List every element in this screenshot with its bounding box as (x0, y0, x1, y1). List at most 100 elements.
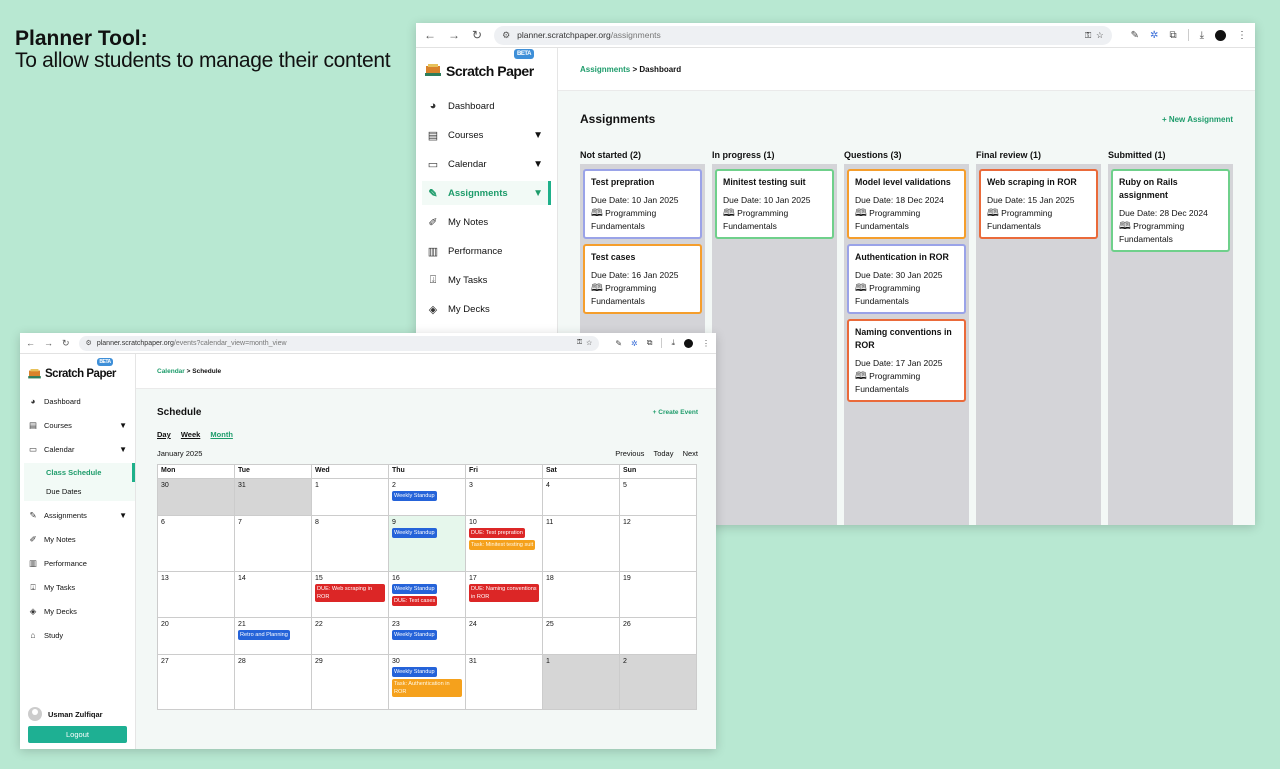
assignment-card[interactable]: Minitest testing suit Due Date: 10 Jan 20… (715, 169, 834, 239)
pen-extension-icon[interactable]: ✎ (615, 339, 622, 348)
key-icon[interactable]: ⚿ (577, 339, 582, 347)
next-button[interactable]: Next (683, 449, 698, 458)
reload-icon[interactable]: ↻ (62, 338, 70, 349)
download-icon[interactable]: ⤓ (671, 338, 675, 348)
scratch-paper-logo[interactable]: Scratch Paper BETA (416, 49, 557, 90)
sidebar-subitem-due-dates[interactable]: Due Dates (24, 482, 135, 501)
address-bar[interactable]: ⚙ planner.scratchpaper.org/events?calend… (78, 335, 600, 351)
calendar-day-cell[interactable]: 31 (466, 655, 543, 710)
sidebar-item-study[interactable]: ⌂ Study (24, 625, 131, 645)
profile-avatar-icon[interactable] (1215, 29, 1226, 41)
sidebar-item-courses[interactable]: ▤ Courses ▼ (422, 123, 551, 147)
view-day-tab[interactable]: Day (157, 430, 171, 439)
user-profile[interactable]: Usman Zulfiqar (28, 707, 103, 721)
sidebar-item-calendar[interactable]: ▭ Calendar ▼ (24, 439, 131, 459)
calendar-day-cell[interactable]: 2 Weekly Standup (389, 479, 466, 516)
sidebar-item-dashboard[interactable]: ◕ Dashboard (422, 94, 551, 118)
puzzle-extensions-icon[interactable]: ⧉ (647, 338, 653, 348)
caret-down-icon[interactable]: ▼ (119, 421, 127, 430)
kebab-menu-icon[interactable]: ⋮ (1237, 30, 1247, 41)
logout-button[interactable]: Logout (28, 726, 127, 743)
kebab-menu-icon[interactable]: ⋮ (702, 339, 710, 348)
calendar-event[interactable]: Task: Authentication in ROR (392, 679, 462, 697)
calendar-event[interactable]: Weekly Standup (392, 667, 437, 677)
calendar-event[interactable]: DUE: Test cases (392, 596, 438, 606)
sidebar-item-dashboard[interactable]: ◕ Dashboard (24, 391, 131, 411)
calendar-day-cell[interactable]: 18 (543, 572, 620, 618)
calendar-day-cell[interactable]: 9 Weekly Standup (389, 516, 466, 572)
extension-gear-icon[interactable]: ✲ (631, 339, 638, 348)
back-icon[interactable]: ← (424, 28, 436, 42)
sidebar-item-my-tasks[interactable]: ⍗ My Tasks (24, 577, 131, 597)
calendar-event[interactable]: Task: Minitest testing suit (469, 540, 536, 550)
calendar-event[interactable]: DUE: Naming conventions in ROR (469, 584, 539, 602)
profile-avatar-icon[interactable] (684, 338, 693, 348)
sidebar-item-my-notes[interactable]: ✐ My Notes (24, 529, 131, 549)
sidebar-item-calendar[interactable]: ▭ Calendar ▼ (422, 152, 551, 176)
assignment-card[interactable]: Test prepration Due Date: 10 Jan 2025 🕮 Pr… (583, 169, 702, 239)
key-icon[interactable]: ⚿ (1085, 30, 1091, 41)
reload-icon[interactable]: ↻ (472, 28, 482, 42)
sidebar-item-my-tasks[interactable]: ⍗ My Tasks (422, 268, 551, 292)
caret-down-icon[interactable]: ▼ (533, 188, 543, 199)
calendar-day-cell[interactable]: 25 (543, 618, 620, 655)
calendar-day-cell[interactable]: 29 (312, 655, 389, 710)
create-event-button[interactable]: + Create Event (653, 409, 698, 416)
calendar-day-cell[interactable]: 24 (466, 618, 543, 655)
puzzle-extensions-icon[interactable]: ⧉ (1169, 30, 1176, 41)
calendar-event[interactable]: Weekly Standup (392, 584, 437, 594)
assignment-card[interactable]: Naming conventions in ROR Due Date: 17 Ja… (847, 319, 966, 402)
calendar-day-cell[interactable]: 16 Weekly Standup DUE: Test cases (389, 572, 466, 618)
bookmark-star-icon[interactable]: ☆ (1096, 30, 1104, 41)
site-settings-icon[interactable]: ⚙ (502, 30, 510, 41)
caret-down-icon[interactable]: ▼ (533, 130, 543, 141)
calendar-day-cell[interactable]: 2 (620, 655, 697, 710)
calendar-day-cell[interactable]: 11 (543, 516, 620, 572)
calendar-day-cell[interactable]: 19 (620, 572, 697, 618)
site-settings-icon[interactable]: ⚙ (86, 339, 92, 347)
calendar-day-cell[interactable]: 10 DUE: Test prepration Task: Minitest tes… (466, 516, 543, 572)
calendar-day-cell[interactable]: 14 (235, 572, 312, 618)
pen-extension-icon[interactable]: ✎ (1131, 30, 1139, 41)
scratch-paper-logo[interactable]: Scratch Paper BETA (20, 358, 135, 389)
breadcrumb-assignments-link[interactable]: Assignments (580, 65, 630, 74)
download-icon[interactable]: ⤓ (1200, 30, 1204, 41)
caret-down-icon[interactable]: ▼ (533, 159, 543, 170)
calendar-day-cell[interactable]: 8 (312, 516, 389, 572)
calendar-day-cell[interactable]: 3 (466, 479, 543, 516)
calendar-day-cell[interactable]: 26 (620, 618, 697, 655)
view-month-tab[interactable]: Month (210, 430, 233, 439)
calendar-day-cell[interactable]: 30 Weekly Standup Task: Authentication in … (389, 655, 466, 710)
calendar-day-cell[interactable]: 12 (620, 516, 697, 572)
calendar-day-cell[interactable]: 23 Weekly Standup (389, 618, 466, 655)
calendar-day-cell[interactable]: 5 (620, 479, 697, 516)
sidebar-item-my-notes[interactable]: ✐ My Notes (422, 210, 551, 234)
sidebar-item-assignments[interactable]: ✎ Assignments ▼ (422, 181, 551, 205)
address-bar[interactable]: ⚙ planner.scratchpaper.org/assignments ⚿… (494, 25, 1112, 45)
calendar-event[interactable]: DUE: Web scraping in ROR (315, 584, 385, 602)
assignment-card[interactable]: Test cases Due Date: 16 Jan 2025 🕮 Program… (583, 244, 702, 314)
calendar-event[interactable]: Retro and Planning (238, 630, 290, 640)
forward-icon[interactable]: → (448, 28, 460, 42)
caret-down-icon[interactable]: ▼ (119, 445, 127, 454)
calendar-day-cell[interactable]: 22 (312, 618, 389, 655)
breadcrumb-calendar-link[interactable]: Calendar (157, 368, 185, 375)
previous-button[interactable]: Previous (615, 449, 644, 458)
assignment-card[interactable]: Web scraping in ROR Due Date: 15 Jan 2025… (979, 169, 1098, 239)
assignment-card[interactable]: Model level validations Due Date: 18 Dec … (847, 169, 966, 239)
new-assignment-button[interactable]: + New Assignment (1162, 115, 1233, 124)
bookmark-star-icon[interactable]: ☆ (586, 339, 592, 347)
assignment-card[interactable]: Ruby on Rails assignment Due Date: 28 Dec… (1111, 169, 1230, 252)
calendar-event[interactable]: Weekly Standup (392, 528, 437, 538)
back-icon[interactable]: ← (26, 338, 35, 348)
sidebar-item-courses[interactable]: ▤ Courses ▼ (24, 415, 131, 435)
calendar-event[interactable]: Weekly Standup (392, 491, 437, 501)
calendar-event[interactable]: DUE: Test prepration (469, 528, 525, 538)
forward-icon[interactable]: → (44, 338, 53, 348)
calendar-day-cell[interactable]: 21 Retro and Planning (235, 618, 312, 655)
sidebar-subitem-class-schedule[interactable]: Class Schedule (24, 463, 135, 482)
sidebar-item-my-decks[interactable]: ◈ My Decks (24, 601, 131, 621)
calendar-day-cell[interactable]: 17 DUE: Naming conventions in ROR (466, 572, 543, 618)
extension-gear-icon[interactable]: ✲ (1150, 30, 1158, 41)
assignment-card[interactable]: Authentication in ROR Due Date: 30 Jan 20… (847, 244, 966, 314)
